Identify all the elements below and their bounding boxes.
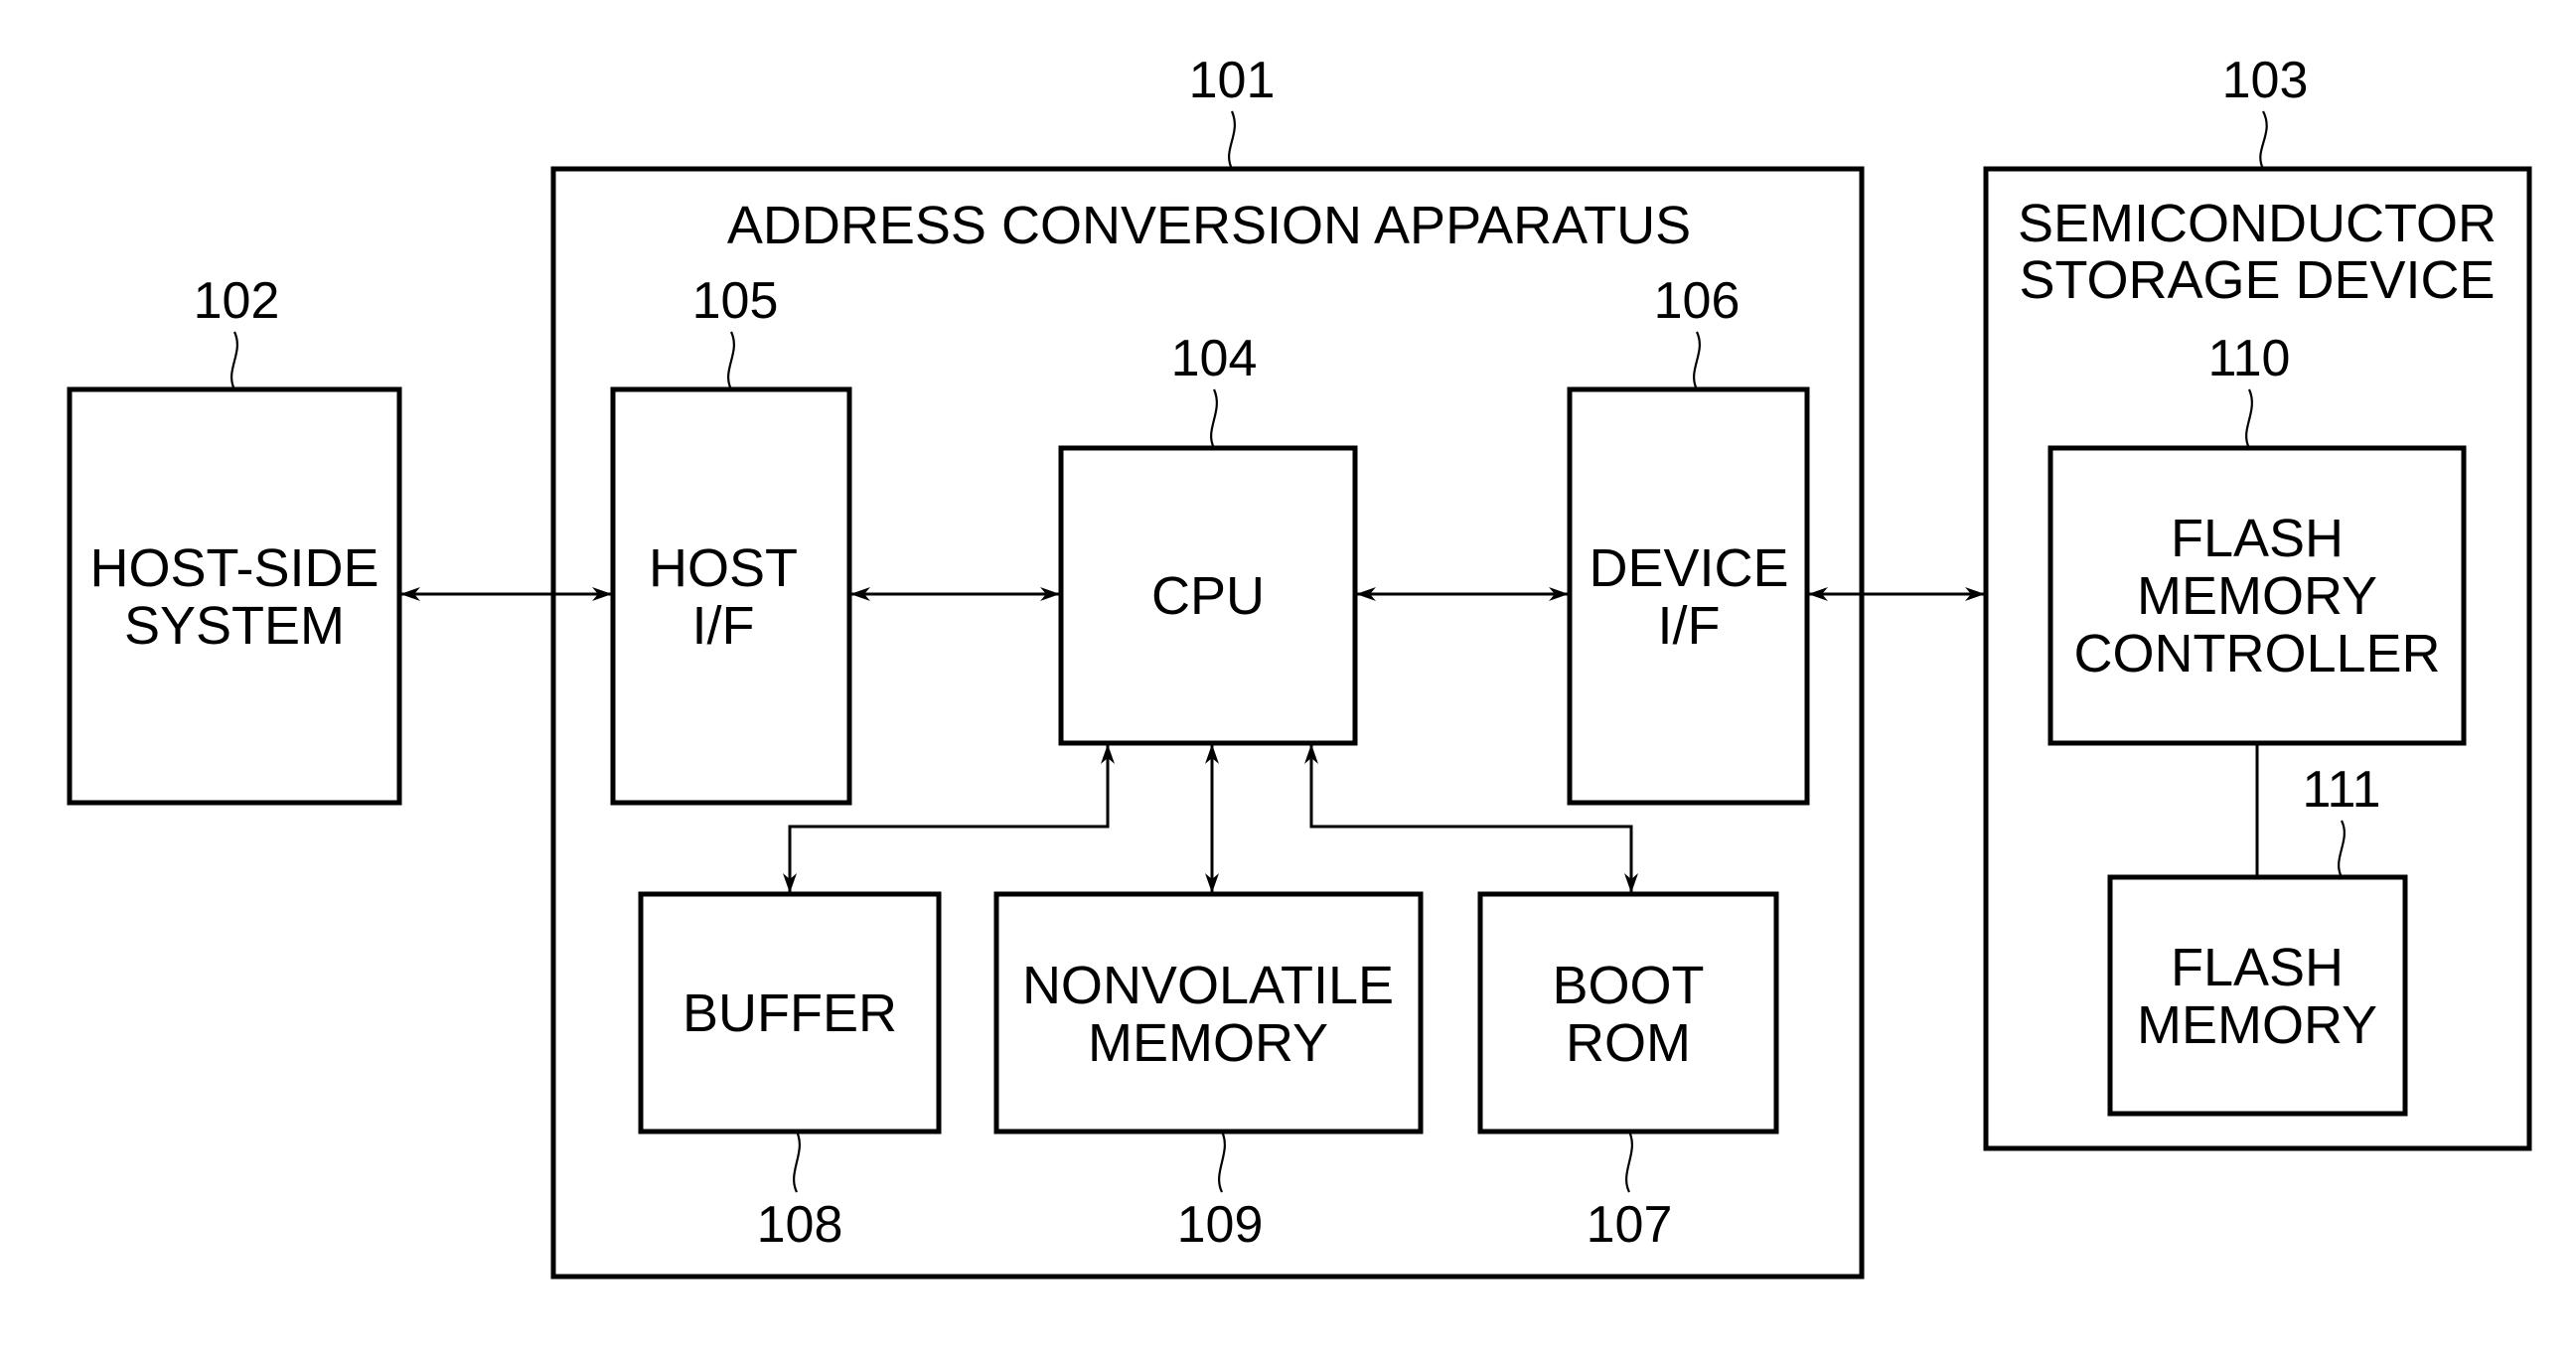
- semiconductor-storage-device-title-line-1: SEMICONDUCTOR: [2018, 194, 2497, 253]
- flash-memory-label-line-2: MEMORY: [2137, 995, 2377, 1055]
- nonvolatile-memory-label-line-2: MEMORY: [1088, 1013, 1328, 1073]
- leader-line-103: [2259, 110, 2268, 170]
- ref-label-111: 111: [2302, 761, 2380, 819]
- ref-label-110: 110: [2208, 330, 2291, 387]
- flash-memory-controller-label-line-2: MEMORY: [2137, 566, 2377, 626]
- leader-line-102: [230, 331, 238, 390]
- ref-label-107: 107: [1587, 1196, 1673, 1254]
- nonvolatile-memory-label-line-1: NONVOLATILE: [1022, 956, 1394, 1015]
- ref-label-101: 101: [1189, 52, 1276, 109]
- leader-line-101: [1228, 110, 1236, 170]
- block-diagram: ADDRESS CONVERSION APPARATUS 101 HOST-SI…: [67, 52, 2532, 1280]
- host-if-label-line-1: HOST: [649, 538, 798, 598]
- host-side-system-block: HOST-SIDE SYSTEM 102: [67, 272, 402, 806]
- ref-label-109: 109: [1177, 1196, 1264, 1254]
- host-side-system-label-line-2: SYSTEM: [124, 596, 345, 656]
- ref-label-108: 108: [757, 1196, 843, 1254]
- ref-label-102: 102: [194, 272, 280, 330]
- device-if-label-line-2: I/F: [1658, 596, 1721, 656]
- boot-rom-label-line-1: BOOT: [1552, 956, 1704, 1015]
- boot-rom-label-line-2: ROM: [1566, 1013, 1691, 1073]
- flash-memory-label-line-1: FLASH: [2171, 938, 2344, 997]
- ref-label-105: 105: [692, 272, 779, 330]
- flash-memory-controller-label-line-1: FLASH: [2171, 509, 2344, 568]
- semiconductor-storage-device-title-line-2: STORAGE DEVICE: [2019, 250, 2495, 310]
- flash-memory-controller-label-line-3: CONTROLLER: [2073, 624, 2440, 683]
- ref-label-106: 106: [1654, 272, 1741, 330]
- ref-label-104: 104: [1171, 330, 1258, 387]
- ref-label-103: 103: [2222, 52, 2309, 109]
- address-conversion-apparatus-title: ADDRESS CONVERSION APPARATUS: [727, 196, 1691, 255]
- host-side-system-label-line-1: HOST-SIDE: [89, 538, 379, 598]
- host-if-label-line-2: I/F: [692, 596, 755, 656]
- cpu-label: CPU: [1151, 566, 1265, 626]
- device-if-label-line-1: DEVICE: [1589, 538, 1788, 598]
- buffer-label: BUFFER: [682, 983, 897, 1043]
